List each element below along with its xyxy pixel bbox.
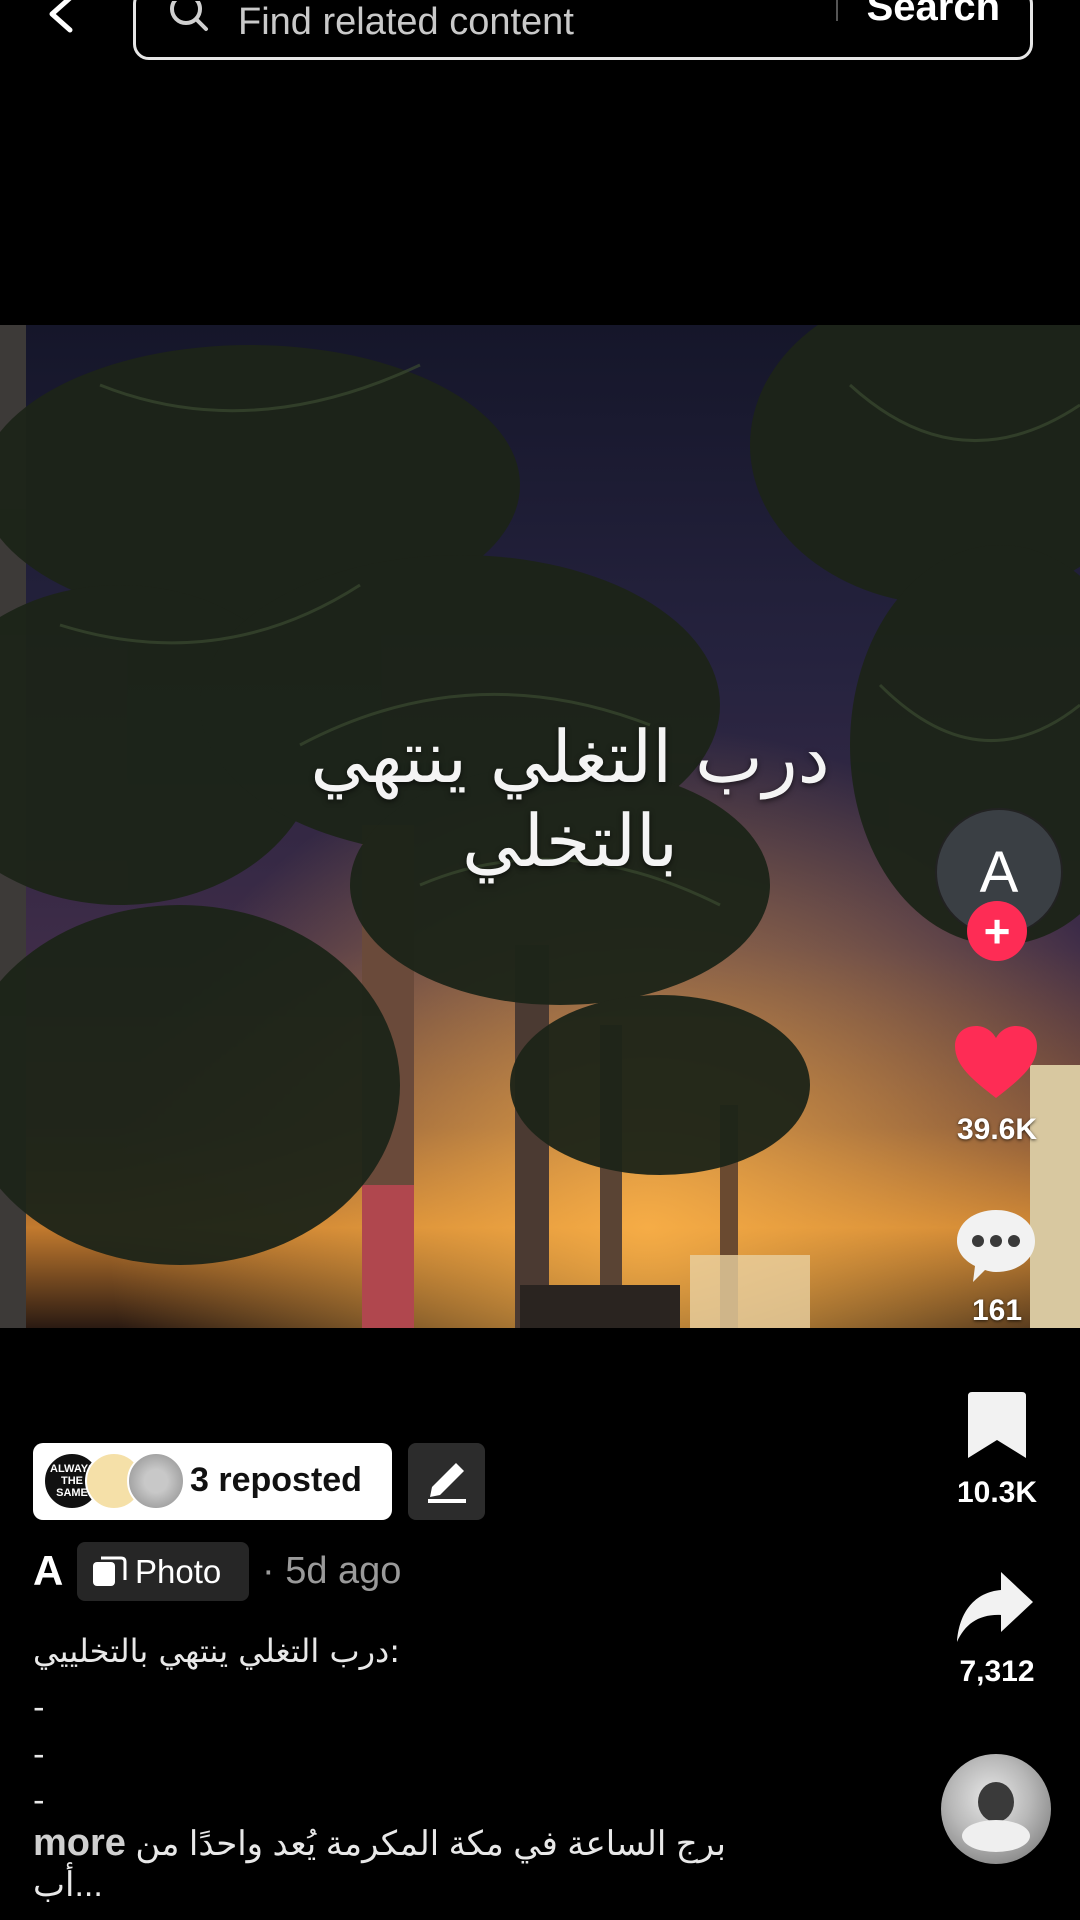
sound-avatar-photo [962, 1782, 1030, 1852]
more-link[interactable]: more [33, 1822, 126, 1864]
photo-stack-icon [93, 1556, 127, 1586]
caption-last-line: more برج الساعة في مكة المكرمة يُعد واحد… [33, 1822, 793, 1905]
caption-line-1: درب التغلي ينتهي بالتخلييي: [33, 1632, 401, 1670]
comment-bubble-icon[interactable] [955, 1208, 1037, 1284]
caption-truncated-text: برج الساعة في مكة المكرمة يُعد واحدًا من… [33, 1825, 726, 1904]
like-count: 39.6K [956, 1113, 1038, 1146]
post-photo[interactable]: درب التغلي ينتهي بالتخلي [0, 325, 1080, 1328]
edit-button[interactable] [408, 1443, 485, 1520]
plus-icon: + [983, 905, 1011, 957]
search-input[interactable] [236, 0, 940, 47]
creator-avatar-initial: A [979, 839, 1019, 905]
share-count: 7,312 [959, 1655, 1035, 1688]
pencil-icon [428, 1463, 466, 1503]
search-button[interactable]: Search [867, 0, 1000, 30]
caption-dash-1: - [33, 1688, 45, 1726]
caption-dash-2: - [33, 1735, 45, 1773]
author-name[interactable]: A [33, 1547, 63, 1595]
photo-type-label: Photo [135, 1553, 222, 1590]
save-count: 10.3K [956, 1476, 1038, 1509]
share-arrow-icon[interactable] [955, 1570, 1035, 1644]
repost-avatar-3 [127, 1452, 185, 1510]
search-divider [836, 0, 838, 21]
back-arrow-icon[interactable] [36, 0, 92, 48]
search-bar[interactable]: Search [133, 0, 1033, 60]
post-timestamp: · 5d ago [262, 1550, 402, 1592]
reposted-pill[interactable]: ALWAYS THE SAME 3 reposted [33, 1443, 392, 1520]
bookmark-icon[interactable] [966, 1390, 1028, 1460]
caption-dash-3: - [33, 1781, 45, 1819]
sound-avatar[interactable] [941, 1754, 1051, 1864]
follow-button[interactable]: + [967, 901, 1027, 961]
search-icon [170, 1, 208, 31]
like-heart-icon[interactable] [953, 1024, 1039, 1100]
photo-type-chip[interactable]: Photo [77, 1542, 249, 1601]
reposted-label: 3 reposted [190, 1461, 362, 1499]
comment-count: 161 [971, 1294, 1023, 1327]
photo-overlay-text: درب التغلي ينتهي بالتخلي [310, 715, 830, 883]
